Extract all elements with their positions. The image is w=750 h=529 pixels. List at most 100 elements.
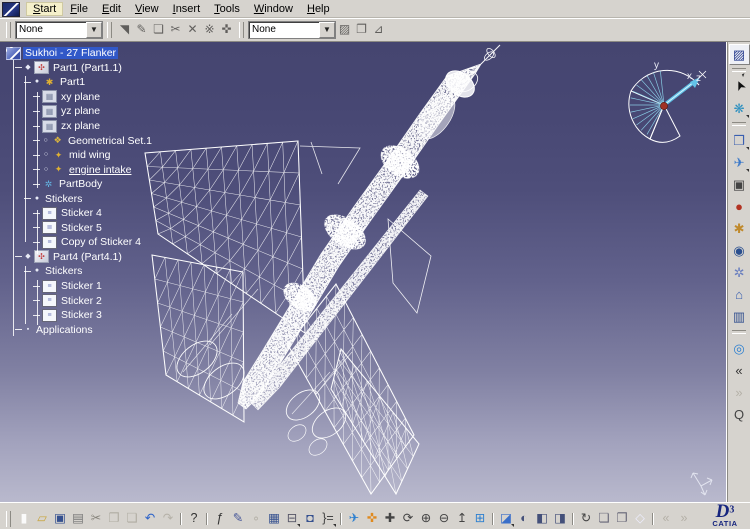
tree-item-partbody[interactable]: ✲PartBody (4, 177, 154, 192)
tree-item-label[interactable]: Part4 (Part4.1) (51, 251, 124, 263)
fit-all-icon[interactable]: ✜ (364, 509, 380, 528)
filter-combobox-2[interactable]: None ▼ (248, 21, 336, 39)
factory-icon[interactable]: ⌂ (730, 283, 749, 305)
sticker-tool-4-icon[interactable]: ✂ (167, 21, 184, 38)
tree-expander-icon[interactable]: ○ (42, 137, 50, 145)
toolbar-grip[interactable] (239, 22, 244, 38)
annotation-icon[interactable]: ✎ (230, 509, 246, 528)
view-compass[interactable]: y x z (629, 60, 706, 142)
calculator-icon[interactable]: ▦ (266, 509, 282, 528)
tree-item-part4-part4-1[interactable]: ◆✣Part4 (Part4.1) (4, 250, 154, 265)
red-sphere-icon[interactable]: ● (730, 195, 749, 217)
menu-view[interactable]: View (128, 2, 166, 16)
sheet-icon[interactable]: ❏ (596, 509, 612, 528)
normal-view-icon[interactable]: ↥ (454, 509, 470, 528)
menu-edit[interactable]: Edit (95, 2, 128, 16)
iso-view-icon[interactable]: ◪ (498, 509, 514, 528)
wireframe-view-icon[interactable]: ◧ (534, 509, 550, 528)
copy-icon[interactable]: ❐ (106, 509, 122, 528)
tree-item-label[interactable]: Sticker 3 (59, 309, 104, 321)
tree-expander-icon[interactable]: ○ (42, 166, 50, 174)
tree-item-label[interactable]: engine intake (67, 164, 133, 176)
tree-item-sticker-3[interactable]: ≡Sticker 3 (4, 308, 154, 323)
workbench-sticker-icon[interactable]: ▨ (729, 44, 750, 65)
tree-item-label[interactable]: xy plane (59, 91, 102, 103)
sticker-tool-1-icon[interactable]: ◥ (116, 21, 133, 38)
filmstrip-icon[interactable]: ▥ (730, 305, 749, 327)
redo-icon[interactable]: ↷ (160, 509, 176, 528)
tree-item-label[interactable]: Stickers (43, 193, 84, 205)
tree-item-label[interactable]: yz plane (59, 105, 102, 117)
tree-item-mid-wing[interactable]: ○✦mid wing (4, 148, 154, 163)
rotate-icon[interactable]: ⟳ (400, 509, 416, 528)
design-table-icon[interactable]: ⊟ (284, 509, 300, 528)
chevron-down-icon[interactable]: ▼ (86, 22, 102, 38)
tree-item-yz-plane[interactable]: ▦yz plane (4, 104, 154, 119)
tree-item-part1[interactable]: ●✱Part1 (4, 75, 154, 90)
examine-box-icon[interactable]: ❒ (730, 129, 749, 151)
tree-item-label[interactable]: Sticker 2 (59, 295, 104, 307)
tree-item-sticker-1[interactable]: ≡Sticker 1 (4, 279, 154, 294)
image-tool-3-icon[interactable]: ⊿ (370, 21, 387, 38)
toolbar-grip[interactable] (6, 511, 11, 527)
simulation-gear-icon[interactable]: ✱ (730, 217, 749, 239)
new-document-icon[interactable]: ▮ (16, 509, 32, 528)
tree-item-stickers[interactable]: ●Stickers (4, 191, 154, 206)
tree-item-label[interactable]: Part1 (58, 76, 87, 88)
menu-file[interactable]: File (63, 2, 95, 16)
gears-icon[interactable]: ✲ (730, 261, 749, 283)
disabled-tool-icon[interactable]: ∘ (248, 509, 264, 528)
print-icon[interactable]: ▤ (70, 509, 86, 528)
tree-item-applications[interactable]: ▪Applications (4, 322, 154, 337)
turntable-icon[interactable]: ↻ (578, 509, 594, 528)
tree-item-label[interactable]: Sukhoi - 27 Flanker (23, 47, 118, 59)
forward-icon[interactable]: » (676, 509, 692, 528)
app-icon[interactable] (2, 2, 20, 17)
viewport-3d[interactable]: y x z Sukhoi - 27 Flanker◆✣Part1 (Part1.… (0, 42, 727, 502)
diamond-icon[interactable]: ◇ (632, 509, 648, 528)
tree-expander-icon[interactable]: ◆ (24, 64, 32, 72)
pan-icon[interactable]: ✚ (382, 509, 398, 528)
multi-view-icon[interactable]: ⊞ (472, 509, 488, 528)
tree-item-engine-intake[interactable]: ○✦engine intake (4, 162, 154, 177)
image-tool-1-icon[interactable]: ▨ (336, 21, 353, 38)
globe-icon[interactable]: ◉ (730, 239, 749, 261)
tree-item-label[interactable]: mid wing (67, 149, 112, 161)
undo-icon[interactable]: ↶ (142, 509, 158, 528)
tree-expander-icon[interactable]: ● (33, 267, 41, 275)
jump-start-icon[interactable]: « (730, 359, 749, 381)
menu-tools[interactable]: Tools (207, 2, 247, 16)
save-icon[interactable]: ▣ (52, 509, 68, 528)
chevron-down-icon[interactable]: ▼ (319, 22, 335, 38)
fly-mode-icon[interactable]: ✈ (346, 509, 362, 528)
tree-item-label[interactable]: PartBody (57, 178, 104, 190)
sticker-tool-5-icon[interactable]: ✕ (184, 21, 201, 38)
menu-help[interactable]: Help (300, 2, 337, 16)
sticker-tool-7-icon[interactable]: ✜ (218, 21, 235, 38)
magnifier-icon[interactable]: Q (730, 403, 749, 425)
sticker-tool-6-icon[interactable]: ※ (201, 21, 218, 38)
jump-end-icon[interactable]: » (730, 381, 749, 403)
toolbar-grip[interactable] (6, 22, 11, 38)
paste-icon[interactable]: ❏ (124, 509, 140, 528)
sheet-edit-icon[interactable]: ❐ (614, 509, 630, 528)
knowledge-lock-icon[interactable]: ◘ (302, 509, 318, 528)
tree-item-label[interactable]: Sticker 5 (59, 222, 104, 234)
compass-origin-dot[interactable] (660, 102, 667, 109)
hidden-line-view-icon[interactable]: ◨ (552, 509, 568, 528)
tree-item-label[interactable]: Sticker 4 (59, 207, 104, 219)
equivalence-icon[interactable]: }= (320, 509, 336, 528)
menu-window[interactable]: Window (247, 2, 300, 16)
cut-icon[interactable]: ✂ (88, 509, 104, 528)
menu-start[interactable]: Start (26, 2, 63, 16)
tree-item-geometrical-set-1[interactable]: ○❖Geometrical Set.1 (4, 133, 154, 148)
zoom-in-icon[interactable]: ⊕ (418, 509, 434, 528)
tree-item-label[interactable]: Geometrical Set.1 (66, 135, 154, 147)
sticker-tool-2-icon[interactable]: ✎ (133, 21, 150, 38)
tree-expander-icon[interactable]: ● (33, 195, 41, 203)
tree-item-label[interactable]: Applications (34, 324, 95, 336)
tree-item-xy-plane[interactable]: ▦xy plane (4, 90, 154, 105)
fly-through-icon[interactable]: ❋ (730, 97, 749, 119)
tree-expander-icon[interactable]: ▪ (24, 326, 32, 334)
tree-expander-icon[interactable]: ◆ (24, 253, 32, 261)
